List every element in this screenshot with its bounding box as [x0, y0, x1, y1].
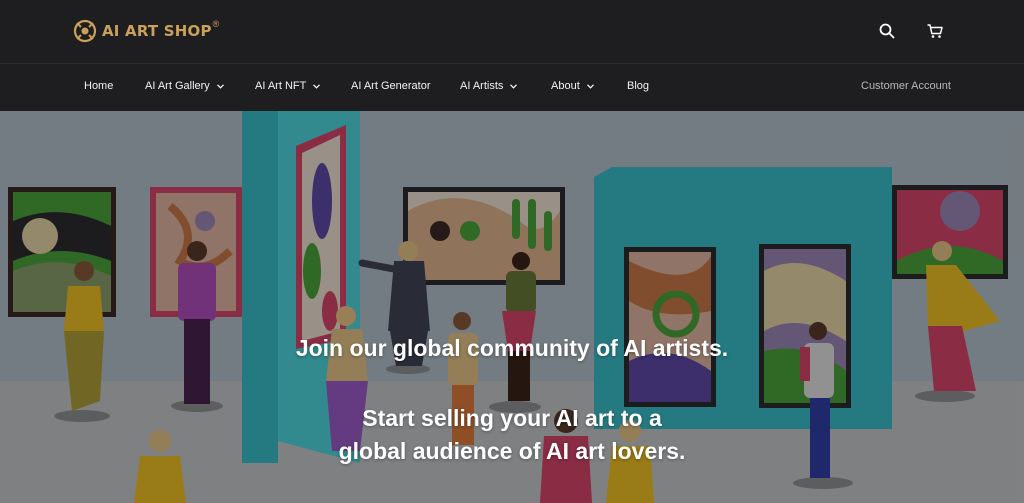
chevron-down-icon	[216, 83, 224, 89]
chevron-down-icon	[586, 83, 594, 89]
nav-item-ai-art-nft[interactable]: AI Art NFT	[255, 80, 321, 92]
customer-account-link[interactable]: Customer Account	[861, 80, 951, 92]
nav-item-label: AI Art Generator	[351, 80, 431, 92]
cart-icon[interactable]	[926, 22, 944, 40]
nav-item-label: Blog	[627, 80, 650, 92]
nav-item-ai-artists[interactable]: AI Artists	[460, 80, 518, 92]
site-logo[interactable]: AI ART SHOP ®	[72, 16, 219, 46]
nav-item-label: Home	[84, 80, 114, 92]
nav-item-label: AI Artists	[460, 80, 504, 92]
logo-emblem-icon	[73, 19, 97, 43]
nav-item-label: About	[551, 80, 580, 92]
hero-banner: Join our global community of AI artists.…	[0, 111, 1024, 503]
nav-item-blog[interactable]: Blog	[627, 80, 649, 92]
nav-item-ai-art-gallery[interactable]: AI Art Gallery	[145, 80, 224, 92]
nav-item-about[interactable]: About	[551, 80, 594, 92]
main-navigation: Home AI Art Gallery AI Art NFT AI Art Ge…	[0, 65, 1024, 111]
hero-subline-2: global audience of AI art lovers.	[338, 438, 686, 464]
nav-item-home[interactable]: Home	[84, 80, 113, 92]
search-icon[interactable]	[878, 22, 896, 40]
chevron-down-icon	[510, 83, 518, 89]
site-header: AI ART SHOP ®	[0, 0, 1024, 64]
nav-item-ai-art-generator[interactable]: AI Art Generator	[351, 80, 430, 92]
nav-item-label: AI Art NFT	[255, 80, 307, 92]
logo-registered-mark: ®	[212, 19, 220, 29]
hero-headline: Join our global community of AI artists.	[295, 335, 729, 361]
logo-text: AI ART SHOP	[102, 22, 212, 40]
hero-subline-1: Start selling your AI art to a	[362, 405, 662, 431]
nav-item-label: AI Art Gallery	[145, 80, 210, 92]
chevron-down-icon	[313, 83, 321, 89]
